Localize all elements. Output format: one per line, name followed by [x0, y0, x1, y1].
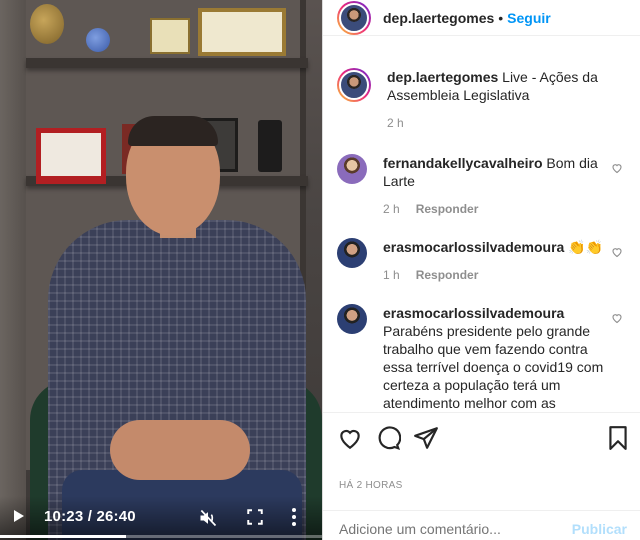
comments-list[interactable]: dep.laertegomes Live - Ações da Assemble… [323, 58, 640, 412]
like-comment-icon[interactable] [611, 162, 623, 174]
wall [0, 0, 26, 540]
comment-icon[interactable] [375, 425, 401, 451]
comment-time: 1 h [383, 268, 400, 282]
caption-username[interactable]: dep.laertegomes [387, 69, 498, 85]
comment-text: Parabéns presidente pelo grande trabalho… [383, 323, 604, 411]
commenter-avatar[interactable] [337, 154, 367, 184]
like-comment-icon[interactable] [611, 312, 623, 324]
video-controls: 10:23 / 26:40 [0, 496, 322, 540]
certificate-frame [198, 8, 286, 56]
heart-icon[interactable] [337, 425, 363, 451]
red-plaque [36, 128, 106, 184]
comment-item: erasmocarlossilvademoura Parabéns presid… [337, 304, 627, 412]
author-avatar[interactable] [337, 0, 371, 35]
video-progress-fill [0, 535, 126, 538]
post-actions [323, 412, 640, 462]
bookmark-icon[interactable] [605, 425, 631, 451]
share-icon[interactable] [413, 425, 439, 451]
separator-dot: • [498, 9, 504, 26]
comment-item: fernandakellycavalheiro Bom dia Larte 2 … [337, 154, 627, 218]
more-options-icon[interactable] [291, 507, 297, 527]
post-side-panel: dep.laertegomes • Seguir dep.laertegomes… [322, 0, 640, 540]
video-player[interactable]: 10:23 / 26:40 [0, 0, 322, 540]
comment-username[interactable]: erasmocarlossilvademoura [383, 239, 564, 255]
comment-username[interactable]: fernandakellycavalheiro [383, 155, 543, 171]
comment-item: erasmocarlossilvademoura 👏👏 1 h Responder [337, 238, 627, 284]
comment-username[interactable]: erasmocarlossilvademoura [383, 305, 564, 321]
caption-avatar[interactable] [337, 68, 371, 102]
post-caption: dep.laertegomes Live - Ações da Assemble… [337, 68, 627, 132]
comment-text: 👏👏 [568, 239, 604, 255]
commenter-avatar[interactable] [337, 238, 367, 268]
trophy [30, 4, 64, 44]
plaque [150, 18, 190, 54]
shelf-top [26, 58, 308, 68]
author-username[interactable]: dep.laertegomes [383, 10, 494, 26]
person-hair [128, 116, 218, 146]
play-icon[interactable] [14, 510, 24, 522]
commenter-avatar[interactable] [337, 304, 367, 334]
mute-icon[interactable] [198, 508, 218, 528]
like-comment-icon[interactable] [611, 246, 623, 258]
follow-button[interactable]: Seguir [507, 10, 551, 26]
fullscreen-icon[interactable] [246, 508, 264, 526]
post-header: dep.laertegomes • Seguir [323, 0, 640, 36]
caption-time: 2 h [387, 116, 404, 130]
phone-stand [258, 120, 282, 172]
video-progress-bar[interactable] [0, 535, 322, 538]
reply-button[interactable]: Responder [416, 268, 479, 282]
add-comment-bar: Publicar [323, 510, 640, 540]
comment-time: 2 h [383, 202, 400, 216]
globe-ornament [86, 28, 110, 52]
person-hands [110, 420, 250, 480]
comment-input[interactable] [339, 521, 559, 537]
reply-button[interactable]: Responder [416, 202, 479, 216]
post-date: HÁ 2 HORAS [339, 480, 403, 491]
publish-button[interactable]: Publicar [572, 521, 627, 537]
video-time: 10:23 / 26:40 [44, 508, 136, 525]
